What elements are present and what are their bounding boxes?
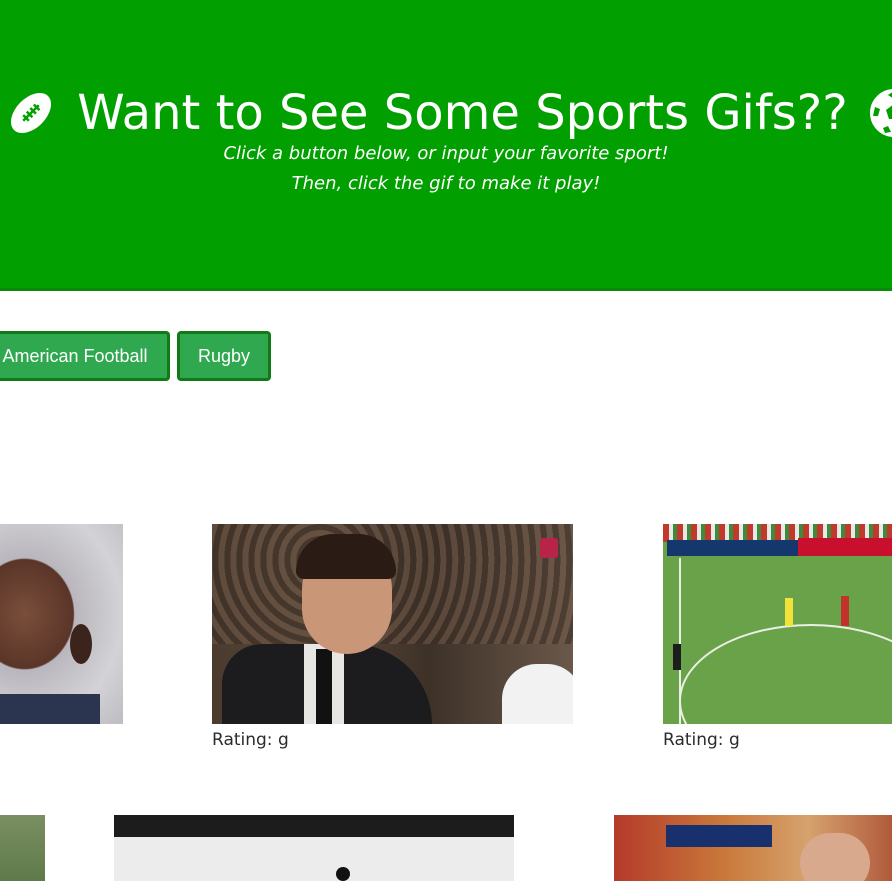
gif-detail <box>666 825 772 847</box>
gif-detail <box>316 649 332 724</box>
club-badge-icon <box>540 538 558 558</box>
gif-black-and-white[interactable] <box>114 815 514 881</box>
gif-bottom-left[interactable] <box>0 815 45 881</box>
gif-soccer-pitch[interactable] <box>663 524 892 724</box>
gif-detail <box>667 540 801 556</box>
subtitle-line-1: Click a button below, or input your favo… <box>223 143 669 164</box>
gif-detail <box>800 833 870 881</box>
gif-detail <box>212 524 573 644</box>
subtitle-line-2: Then, click the gif to make it play! <box>291 173 601 194</box>
american-football-button[interactable]: American Football <box>0 331 170 381</box>
page-title: Want to See Some Sports Gifs?? <box>0 78 892 145</box>
gif-detail <box>798 538 892 556</box>
page-title-text: Want to See Some Sports Gifs?? <box>77 85 848 141</box>
gif-rating: Rating: g <box>663 730 740 750</box>
rugby-button[interactable]: Rugby <box>177 331 271 381</box>
gif-detail <box>673 644 681 670</box>
gif-detail <box>841 596 849 626</box>
gif-detail <box>502 664 573 724</box>
gif-detail <box>785 598 793 626</box>
gif-rating: Rating: g <box>212 730 289 750</box>
gif-detail <box>336 867 350 881</box>
gif-detail <box>679 624 892 724</box>
gif-detail <box>70 624 92 664</box>
gif-celebration[interactable] <box>614 815 892 881</box>
soccer-ball-icon <box>869 89 892 137</box>
gif-detail <box>296 534 396 579</box>
gif-coach-sideline[interactable] <box>212 524 573 724</box>
header-banner: Want to See Some Sports Gifs?? Click a b… <box>0 0 892 291</box>
gif-detail <box>0 694 100 724</box>
football-icon <box>10 92 52 134</box>
gif-back-of-head[interactable] <box>0 524 123 724</box>
